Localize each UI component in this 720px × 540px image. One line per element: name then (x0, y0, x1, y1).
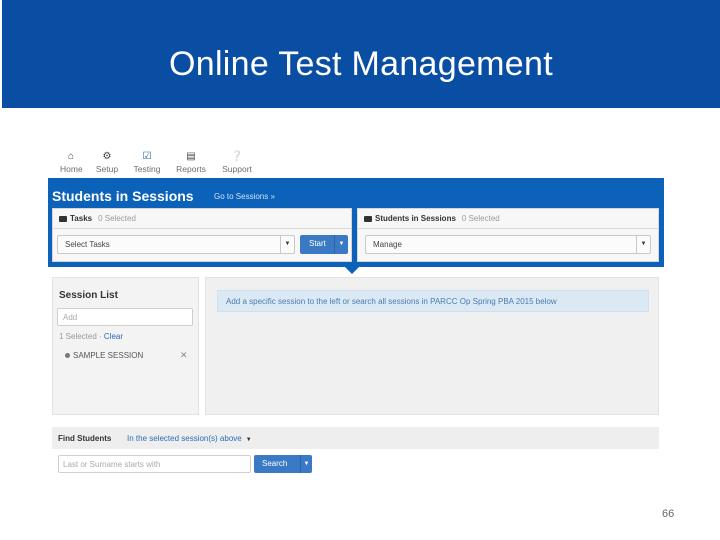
gear-icon: ⚙ (102, 151, 112, 162)
session-list-panel: Session List Add 1 Selected · Clear SAMP… (52, 277, 199, 415)
nav-item-support[interactable]: ❔ Support (220, 151, 254, 174)
page-title: Students in Sessions (52, 188, 194, 204)
reports-icon: ▤ (186, 151, 196, 162)
manage-dropdown[interactable]: Manage ▼ (365, 235, 651, 254)
session-selection-status: 1 Selected · Clear (59, 332, 124, 341)
remove-session-icon[interactable]: ✕ (180, 350, 188, 361)
caret-down-icon: ▼ (245, 437, 252, 443)
slide: Online Test Management ⌂ Home ⚙ Setup ☑ … (0, 0, 720, 540)
start-button[interactable]: Start ▼ (300, 235, 348, 254)
session-list-title: Session List (59, 290, 118, 301)
caret-down-icon[interactable]: ▼ (334, 235, 348, 254)
go-to-sessions-link[interactable]: Go to Sessions » (214, 192, 275, 201)
help-icon: ❔ (230, 151, 244, 162)
app-screenshot: ⌂ Home ⚙ Setup ☑ Testing ▤ Reports ❔ Sup… (48, 145, 664, 485)
tasks-selected-count: 0 Selected (98, 214, 136, 223)
slide-title: Online Test Management (169, 45, 553, 83)
nav-item-home[interactable]: ⌂ Home (60, 151, 83, 174)
tasks-panel: Tasks 0 Selected Select Tasks ▼ Start ▼ (52, 208, 352, 262)
students-in-sessions-header: Students in Sessions Go to Sessions » Ta… (48, 178, 664, 267)
students-panel-header: Students in Sessions 0 Selected (364, 214, 500, 223)
find-students-bar: Find Students In the selected session(s)… (52, 427, 659, 449)
title-bar: Online Test Management (2, 0, 720, 108)
main-content-panel: Add a specific session to the left or se… (205, 277, 659, 415)
tasks-panel-header: Tasks 0 Selected (59, 214, 136, 223)
caret-down-icon: ▼ (636, 236, 650, 253)
students-in-sessions-panel: Students in Sessions 0 Selected Manage ▼ (357, 208, 659, 262)
info-message: Add a specific session to the left or se… (217, 290, 649, 312)
camera-icon (59, 215, 67, 222)
header-pointer (345, 267, 359, 274)
divider (53, 228, 351, 229)
page-number: 66 (662, 508, 675, 520)
search-scope-dropdown[interactable]: In the selected session(s) above ▼ (127, 434, 252, 443)
divider (358, 228, 658, 229)
search-button[interactable]: Search ▼ (254, 455, 312, 473)
bullet-icon (65, 353, 70, 359)
nav-item-setup[interactable]: ⚙ Setup (94, 151, 120, 174)
checkbox-icon: ☑ (142, 151, 152, 162)
nav-item-reports[interactable]: ▤ Reports (174, 151, 208, 174)
add-session-input[interactable]: Add (57, 308, 193, 326)
camera-icon (364, 215, 372, 222)
caret-down-icon[interactable]: ▼ (300, 455, 312, 473)
session-list-item[interactable]: SAMPLE SESSION (65, 351, 143, 360)
student-search-input[interactable]: Last or Surname starts with (58, 455, 251, 473)
home-icon: ⌂ (67, 151, 75, 162)
caret-down-icon: ▼ (280, 236, 294, 253)
select-tasks-dropdown[interactable]: Select Tasks ▼ (57, 235, 295, 254)
clear-link[interactable]: Clear (104, 332, 123, 341)
nav-item-testing[interactable]: ☑ Testing (133, 151, 161, 174)
find-students-label: Find Students (58, 434, 112, 443)
students-selected-count: 0 Selected (461, 214, 500, 223)
